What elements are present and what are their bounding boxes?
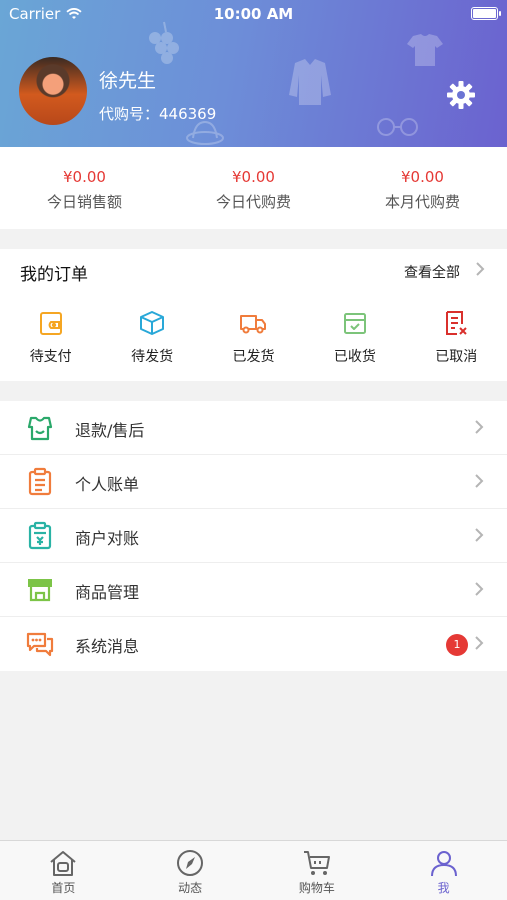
- stat-label: 今日代购费: [215, 193, 291, 211]
- wallet-icon: [39, 312, 62, 335]
- chevron-right-icon: [475, 528, 484, 542]
- clock: 10:00 AM: [213, 5, 294, 23]
- orders-title: 我的订单: [20, 265, 88, 285]
- chevron-right-icon: [476, 262, 485, 276]
- profile-header: Carrier 10:00 AM 徐先生 代购号：446369: [0, 0, 507, 147]
- order-pending-payment[interactable]: 待支付: [0, 309, 101, 366]
- order-cancelled[interactable]: 已取消: [406, 309, 507, 366]
- received-box-icon: [343, 313, 366, 334]
- order-status-label: 已取消: [435, 349, 478, 365]
- person-icon: [430, 851, 457, 877]
- menu-list: 退款/售后 个人账单 商户对账 商品管理 系统消息 1: [0, 401, 507, 671]
- clipboard-icon: [28, 467, 52, 496]
- menu-label: 退款/售后: [75, 421, 145, 440]
- menu-label: 个人账单: [75, 475, 140, 494]
- agent-id: 代购号：446369: [99, 105, 217, 123]
- unread-badge: 1: [446, 634, 468, 656]
- menu-label: 商品管理: [75, 583, 140, 602]
- order-pending-shipment[interactable]: 待发货: [101, 309, 202, 366]
- glasses-icon: [377, 118, 418, 136]
- battery-icon: [471, 7, 501, 20]
- stat-today-fee[interactable]: ¥0.00 今日代购费: [169, 147, 338, 229]
- jacket-icon: [289, 59, 331, 105]
- tab-label: 购物车: [298, 881, 335, 895]
- tab-label: 我: [437, 881, 450, 895]
- stat-label: 今日销售额: [46, 193, 122, 211]
- home-icon: [50, 851, 77, 876]
- orders-header[interactable]: 我的订单 查看全部: [0, 249, 507, 291]
- menu-label: 商户对账: [75, 529, 140, 548]
- chevron-right-icon: [475, 420, 484, 434]
- stat-today-sales[interactable]: ¥0.00 今日销售额: [0, 147, 169, 229]
- view-all-orders-link[interactable]: 查看全部: [404, 262, 460, 282]
- menu-item-product-manage[interactable]: 商品管理: [0, 563, 507, 617]
- tab-feed[interactable]: 动态: [127, 841, 254, 900]
- tab-label: 首页: [51, 881, 76, 895]
- cart-icon: [303, 851, 330, 875]
- menu-item-system-messages[interactable]: 系统消息 1: [0, 617, 507, 671]
- order-status-list: 待支付 待发货 已发货 已收货 已取消: [0, 309, 507, 366]
- chevron-right-icon: [475, 582, 484, 596]
- order-status-label: 待支付: [29, 349, 72, 365]
- gear-icon[interactable]: [446, 80, 476, 110]
- message-icon: [26, 632, 54, 657]
- truck-icon: [240, 315, 267, 334]
- compass-icon: [177, 850, 204, 876]
- store-icon: [28, 579, 52, 602]
- menu-item-refund[interactable]: 退款/售后: [0, 401, 507, 455]
- tab-me[interactable]: 我: [380, 841, 507, 900]
- order-status-label: 已发货: [232, 349, 275, 365]
- stat-value: ¥0.00: [63, 168, 106, 186]
- tab-home[interactable]: 首页: [0, 841, 127, 900]
- stat-value: ¥0.00: [232, 168, 275, 186]
- chevron-right-icon: [475, 636, 484, 650]
- menu-item-merchant-reconcile[interactable]: 商户对账: [0, 509, 507, 563]
- stats-panel: ¥0.00 今日销售额 ¥0.00 今日代购费 ¥0.00 本月代购费: [0, 147, 507, 229]
- menu-label: 系统消息: [75, 637, 140, 656]
- cancelled-doc-icon: [446, 311, 467, 335]
- order-status-label: 待发货: [131, 349, 174, 365]
- tab-label: 动态: [178, 881, 203, 895]
- status-bar: Carrier 10:00 AM: [0, 0, 507, 28]
- refund-icon: [27, 416, 53, 441]
- tshirt-icon: [407, 34, 443, 66]
- receipt-icon: [28, 521, 52, 550]
- stat-value: ¥0.00: [401, 168, 444, 186]
- order-status-label: 已收货: [333, 349, 376, 365]
- order-shipped[interactable]: 已发货: [203, 309, 304, 366]
- stat-month-fee[interactable]: ¥0.00 本月代购费: [338, 147, 507, 229]
- orders-section: 我的订单 查看全部 待支付 待发货 已发货 已收货 已取消: [0, 249, 507, 381]
- user-name: 徐先生: [99, 70, 157, 92]
- menu-item-personal-bill[interactable]: 个人账单: [0, 455, 507, 509]
- stat-label: 本月代购费: [384, 193, 460, 211]
- order-received[interactable]: 已收货: [304, 309, 405, 366]
- tab-cart[interactable]: 购物车: [254, 841, 381, 900]
- box-icon: [140, 311, 165, 335]
- avatar[interactable]: [19, 57, 87, 125]
- chevron-right-icon: [475, 474, 484, 488]
- tab-bar: 首页 动态 购物车 我: [0, 840, 507, 900]
